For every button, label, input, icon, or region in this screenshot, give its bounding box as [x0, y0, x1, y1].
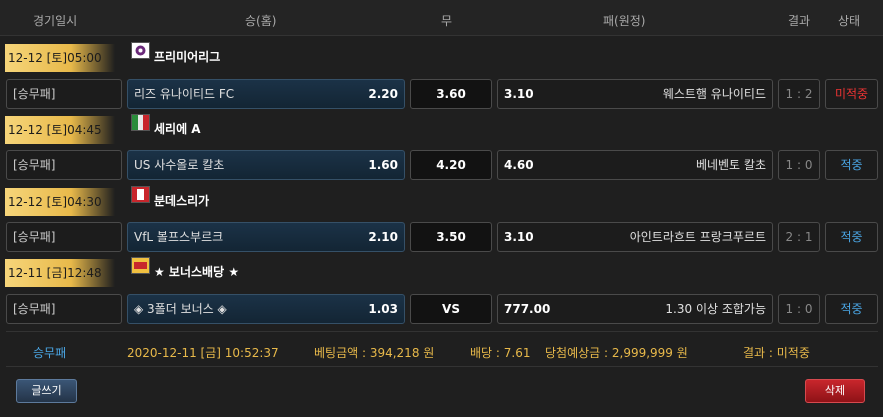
away-odd: 3.10: [504, 230, 534, 244]
status-badge: 적중: [825, 294, 878, 324]
game-result: 1 : 0: [778, 150, 820, 180]
game-row: [승무패] 리즈 유나이티드 FC 2.20 3.60 3.10 웨스트햄 유나…: [0, 79, 883, 113]
away-team: 아인트라흐트 프랑크푸르트: [629, 230, 766, 244]
status-badge: 적중: [825, 222, 878, 252]
away-odd: 777.00: [504, 302, 551, 316]
home-team: VfL 볼프스부르크: [134, 230, 224, 244]
game-result: 1 : 0: [778, 294, 820, 324]
league-name: 프리미어리그: [154, 50, 221, 64]
write-button[interactable]: 글쓰기: [16, 379, 77, 403]
home-bet-button[interactable]: US 사수올로 칼초 1.60: [127, 150, 405, 180]
germany-flag-icon: [131, 186, 150, 203]
summary-result: 결과 : 미적중: [743, 346, 810, 360]
home-odd: 2.10: [368, 230, 398, 244]
table-header: 경기일시 승(홈) 무 패(원정) 결과 상태: [0, 0, 883, 36]
game-datetime: 12-11 [금]12:48: [5, 259, 115, 287]
bet-type: [승무패]: [6, 150, 122, 180]
home-bet-button[interactable]: 리즈 유나이티드 FC 2.20: [127, 79, 405, 109]
game-row: [승무패] US 사수올로 칼초 1.60 4.20 4.60 베네벤토 칼초 …: [0, 150, 883, 184]
italy-flag-icon: [131, 114, 150, 131]
england-flag-icon: [131, 42, 150, 59]
away-bet-button[interactable]: 3.10 웨스트햄 유나이티드: [497, 79, 773, 109]
draw-bet-button[interactable]: 3.60: [410, 79, 492, 109]
game-result: 1 : 2: [778, 79, 820, 109]
header-home: 승(홈): [245, 14, 277, 28]
game-datetime: 12-12 [토]04:45: [5, 116, 115, 144]
delete-button[interactable]: 삭제: [805, 379, 865, 403]
summary-odds: 배당 : 7.61: [470, 346, 531, 360]
home-odd: 2.20: [368, 87, 398, 101]
away-bet-button[interactable]: 777.00 1.30 이상 조합가능: [497, 294, 773, 324]
draw-bet-button[interactable]: 4.20: [410, 150, 492, 180]
game-row: [승무패] ◈ 3폴더 보너스 ◈ 1.03 VS 777.00 1.30 이상…: [0, 294, 883, 328]
away-odd: 3.10: [504, 87, 534, 101]
summary-expected: 당첨예상금 : 2,999,999 원: [545, 346, 688, 360]
home-team: 리즈 유나이티드 FC: [134, 87, 235, 101]
game-result: 2 : 1: [778, 222, 820, 252]
bet-type: [승무패]: [6, 79, 122, 109]
home-team: ◈ 3폴더 보너스 ◈: [134, 302, 227, 316]
home-odd: 1.60: [368, 158, 398, 172]
game-datetime: 12-12 [토]04:30: [5, 188, 115, 216]
game-datetime: 12-12 [토]05:00: [5, 44, 115, 72]
away-team: 웨스트햄 유나이티드: [662, 87, 766, 101]
status-badge: 미적중: [825, 79, 878, 109]
draw-bet-button[interactable]: 3.50: [410, 222, 492, 252]
home-odd: 1.03: [368, 302, 398, 316]
away-bet-button[interactable]: 4.60 베네벤토 칼초: [497, 150, 773, 180]
bet-type: [승무패]: [6, 294, 122, 324]
header-status: 상태: [838, 14, 861, 28]
league-name: ★ 보너스배당 ★: [154, 265, 240, 279]
game-row: [승무패] VfL 볼프스부르크 2.10 3.50 3.10 아인트라흐트 프…: [0, 222, 883, 256]
header-away: 패(원정): [603, 14, 646, 28]
away-team: 베네벤토 칼초: [695, 158, 766, 172]
header-date: 경기일시: [33, 14, 78, 28]
home-team: US 사수올로 칼초: [134, 158, 225, 172]
summary-type: 승무패: [33, 346, 67, 360]
bonus-icon: [131, 257, 150, 274]
bet-summary: 승무패 2020-12-11 [금] 10:52:37 베팅금액 : 394,2…: [6, 331, 878, 367]
summary-datetime: 2020-12-11 [금] 10:52:37: [127, 346, 279, 360]
home-bet-button[interactable]: ◈ 3폴더 보너스 ◈ 1.03: [127, 294, 405, 324]
league-name: 분데스리가: [154, 194, 210, 208]
status-badge: 적중: [825, 150, 878, 180]
league-name: 세리에 A: [154, 122, 201, 136]
bet-type: [승무패]: [6, 222, 122, 252]
away-team: 1.30 이상 조합가능: [665, 302, 766, 316]
away-odd: 4.60: [504, 158, 534, 172]
summary-bet-amount: 베팅금액 : 394,218 원: [314, 346, 435, 360]
header-draw: 무: [441, 14, 453, 28]
home-bet-button[interactable]: VfL 볼프스부르크 2.10: [127, 222, 405, 252]
away-bet-button[interactable]: 3.10 아인트라흐트 프랑크푸르트: [497, 222, 773, 252]
header-result: 결과: [788, 14, 811, 28]
draw-bet-button[interactable]: VS: [410, 294, 492, 324]
